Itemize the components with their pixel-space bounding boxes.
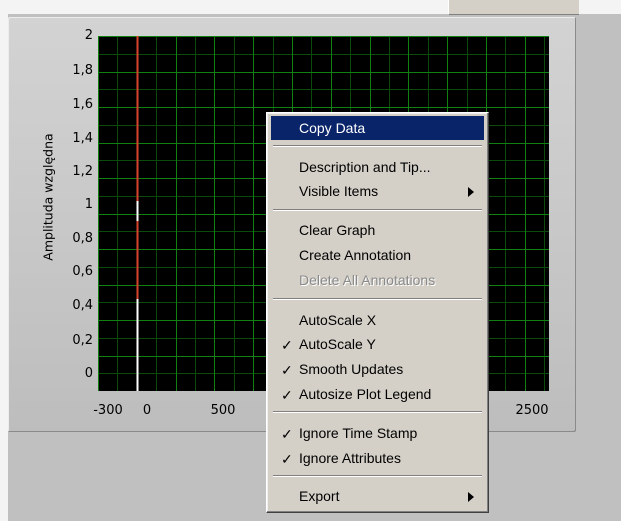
submenu-arrow-icon: [468, 492, 474, 502]
menu-separator: [273, 298, 482, 300]
y-tick-label: 0: [84, 366, 93, 381]
menu-item-description-and-tip[interactable]: Description and Tip...: [271, 155, 484, 179]
x-tick-label: 2500: [515, 403, 549, 418]
menu-separator: [273, 411, 482, 413]
y-tick-label: 0,2: [72, 333, 93, 348]
menu-item-smooth-updates[interactable]: ✓ Smooth Updates: [271, 357, 484, 381]
check-icon: ✓: [281, 426, 293, 442]
check-icon: ✓: [281, 337, 293, 353]
panel-edge: [448, 0, 579, 15]
y-tick-label: 0,6: [72, 264, 93, 279]
submenu-arrow-icon: [468, 187, 474, 197]
menu-item-copy-data[interactable]: Copy Data: [271, 116, 484, 140]
menu-item-delete-all-annotations: Delete All Annotations: [299, 272, 436, 288]
menu-item-ignore-time-stamp[interactable]: ✓ Ignore Time Stamp: [271, 421, 484, 445]
menu-item-autoscale-x[interactable]: AutoScale X: [271, 308, 484, 332]
menu-separator: [273, 145, 482, 147]
y-tick-label: 1,8: [72, 63, 93, 78]
menu-item-clear-graph[interactable]: Clear Graph: [271, 218, 484, 242]
menu-item-visible-items[interactable]: Visible Items: [271, 179, 484, 203]
menu-separator: [273, 209, 482, 211]
menu-item-create-annotation[interactable]: Create Annotation: [271, 243, 484, 267]
y-tick-label: 0,4: [72, 298, 93, 313]
menu-separator: [273, 475, 482, 477]
x-tick-label: 0: [142, 403, 152, 418]
y-tick-label: 1,2: [72, 164, 93, 179]
graph-context-menu: Copy Data Description and Tip... Visible…: [266, 112, 489, 513]
menu-item-autoscale-y[interactable]: ✓ AutoScale Y: [271, 332, 484, 356]
y-tick-label: 0,8: [72, 231, 93, 246]
y-tick-label: 1,4: [72, 131, 93, 146]
menu-item-autosize-plot-legend[interactable]: ✓ Autosize Plot Legend: [271, 382, 484, 406]
menu-item-ignore-attributes[interactable]: ✓ Ignore Attributes: [271, 446, 484, 470]
x-tick-label: 500: [210, 403, 236, 418]
check-icon: ✓: [281, 451, 293, 467]
check-icon: ✓: [281, 387, 293, 403]
y-tick-label: 1,6: [72, 97, 93, 112]
y-tick-label: 2: [84, 28, 93, 43]
check-icon: ✓: [281, 362, 293, 378]
menu-item-export[interactable]: Export: [271, 484, 484, 508]
y-tick-label: 1: [84, 197, 93, 212]
